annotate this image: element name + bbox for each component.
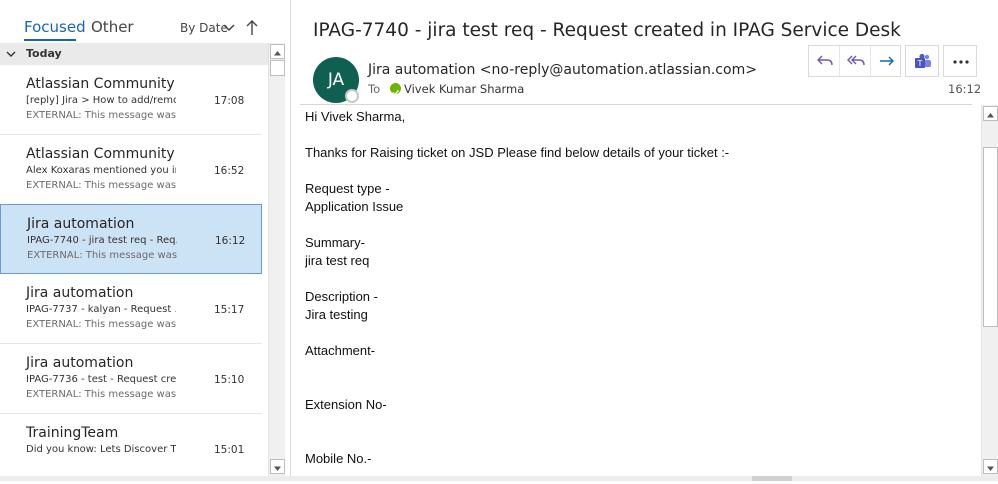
more-icon bbox=[953, 60, 969, 64]
body-line: jira test req bbox=[305, 253, 370, 268]
message-subject: [reply] Jira > How to add/remo... bbox=[26, 95, 176, 106]
body-line: Description - bbox=[305, 289, 378, 304]
body-line: Attachment- bbox=[305, 343, 376, 358]
body-line: Hi Vivek Sharma, bbox=[305, 109, 406, 124]
reply-all-icon bbox=[847, 55, 865, 66]
scrollbar-thumb[interactable] bbox=[270, 60, 285, 76]
message-item[interactable]: Atlassian Community [reply] Jira > How t… bbox=[0, 65, 262, 135]
group-header-today[interactable]: Today bbox=[0, 43, 268, 65]
reading-pane-scrollbar[interactable] bbox=[981, 105, 998, 476]
message-preview: EXTERNAL: This message was bbox=[26, 110, 177, 121]
inbox-tabs: Focused Other By Date bbox=[0, 0, 290, 42]
tab-other[interactable]: Other bbox=[91, 18, 134, 36]
body-line: Extension No- bbox=[305, 397, 387, 412]
status-bar-segment bbox=[752, 476, 792, 481]
body-line: Application Issue bbox=[305, 199, 404, 214]
message-subject: IPAG-7737 - kalyan - Request ... bbox=[26, 304, 176, 315]
received-time: 16:12 bbox=[948, 82, 982, 96]
email-subject: IPAG-7740 - jira test req - Request crea… bbox=[313, 20, 901, 41]
collapse-chevron-icon[interactable] bbox=[6, 49, 16, 59]
message-subject: Did you know: Lets Discover T... bbox=[26, 444, 176, 455]
forward-button[interactable] bbox=[871, 46, 902, 76]
tab-focused[interactable]: Focused bbox=[24, 18, 86, 36]
scroll-up-button[interactable] bbox=[270, 44, 285, 59]
message-subject: Alex Koxaras mentioned you in... bbox=[26, 165, 176, 176]
tab-focused-underline bbox=[24, 39, 76, 41]
pane-divider[interactable] bbox=[290, 0, 291, 481]
message-subject: IPAG-7736 - test - Request cre... bbox=[26, 374, 176, 385]
teams-button[interactable]: T bbox=[905, 45, 939, 77]
message-list-pane: Focused Other By Date Today Atlassian Co… bbox=[0, 0, 290, 481]
body-line: Jira testing bbox=[305, 307, 368, 322]
sender-address[interactable]: Jira automation <no-reply@automation.atl… bbox=[368, 62, 757, 78]
message-time: 17:08 bbox=[214, 95, 245, 107]
message-sender: TrainingTeam bbox=[26, 425, 119, 441]
scroll-up-icon bbox=[274, 51, 281, 56]
body-line: Mobile No.- bbox=[305, 451, 372, 466]
message-item[interactable]: Atlassian Community Alex Koxaras mention… bbox=[0, 135, 262, 205]
response-actions bbox=[808, 45, 901, 77]
arrow-up-icon[interactable] bbox=[245, 19, 259, 37]
sort-by-date-button[interactable]: By Date bbox=[180, 21, 228, 35]
more-actions-button[interactable] bbox=[943, 45, 977, 77]
message-preview: EXTERNAL: This message was bbox=[27, 250, 178, 261]
reply-all-button[interactable] bbox=[840, 46, 871, 76]
teams-icon: T bbox=[915, 53, 931, 68]
message-time: 16:52 bbox=[214, 165, 245, 177]
forward-icon bbox=[880, 56, 894, 66]
group-label: Today bbox=[26, 47, 62, 60]
chevron-down-icon[interactable] bbox=[222, 22, 236, 34]
message-preview: EXTERNAL: This message was bbox=[26, 180, 177, 191]
message-list: Atlassian Community [reply] Jira > How t… bbox=[0, 65, 262, 481]
header-divider bbox=[300, 104, 972, 105]
message-preview: EXTERNAL: This message was bbox=[26, 319, 177, 330]
svg-text:T: T bbox=[917, 59, 923, 68]
status-bar bbox=[0, 476, 998, 481]
message-subject: IPAG-7740 - jira test req - Req... bbox=[27, 235, 177, 246]
message-time: 15:01 bbox=[214, 444, 245, 456]
scroll-down-button[interactable] bbox=[270, 459, 285, 474]
body-line: Request type - bbox=[305, 181, 390, 196]
scroll-down-button[interactable] bbox=[983, 459, 998, 474]
scroll-down-icon bbox=[987, 466, 994, 471]
to-label: To bbox=[368, 82, 381, 96]
recipient-name[interactable]: Vivek Kumar Sharma bbox=[404, 82, 524, 96]
message-sender: Jira automation bbox=[27, 216, 135, 232]
reply-icon bbox=[817, 55, 833, 66]
email-body: Hi Vivek Sharma, Thanks for Raising tick… bbox=[305, 107, 975, 477]
message-time: 16:12 bbox=[215, 235, 246, 247]
message-time: 15:17 bbox=[214, 304, 245, 316]
message-item[interactable]: Jira automation IPAG-7737 - kalyan - Req… bbox=[0, 274, 262, 344]
message-sender: Atlassian Community bbox=[26, 76, 175, 92]
body-line: Thanks for Raising ticket on JSD Please … bbox=[305, 145, 730, 160]
message-sender: Atlassian Community bbox=[26, 146, 175, 162]
message-item[interactable]: Jira automation IPAG-7736 - test - Reque… bbox=[0, 344, 262, 414]
presence-status-icon bbox=[345, 89, 359, 103]
message-list-scrollbar[interactable] bbox=[268, 43, 285, 476]
message-item-selected[interactable]: Jira automation IPAG-7740 - jira test re… bbox=[0, 204, 262, 274]
message-sender: Jira automation bbox=[26, 355, 134, 371]
available-status-icon bbox=[390, 83, 401, 96]
scroll-up-icon bbox=[987, 113, 994, 118]
reply-button[interactable] bbox=[809, 46, 840, 76]
scrollbar-thumb[interactable] bbox=[983, 147, 998, 327]
message-preview: EXTERNAL: This message was bbox=[26, 389, 177, 400]
body-line: Summary- bbox=[305, 235, 365, 250]
scroll-down-icon bbox=[274, 466, 281, 471]
message-sender: Jira automation bbox=[26, 285, 134, 301]
scroll-up-button[interactable] bbox=[983, 106, 998, 121]
message-time: 15:10 bbox=[214, 374, 245, 386]
message-item[interactable]: TrainingTeam Did you know: Lets Discover… bbox=[0, 414, 262, 484]
